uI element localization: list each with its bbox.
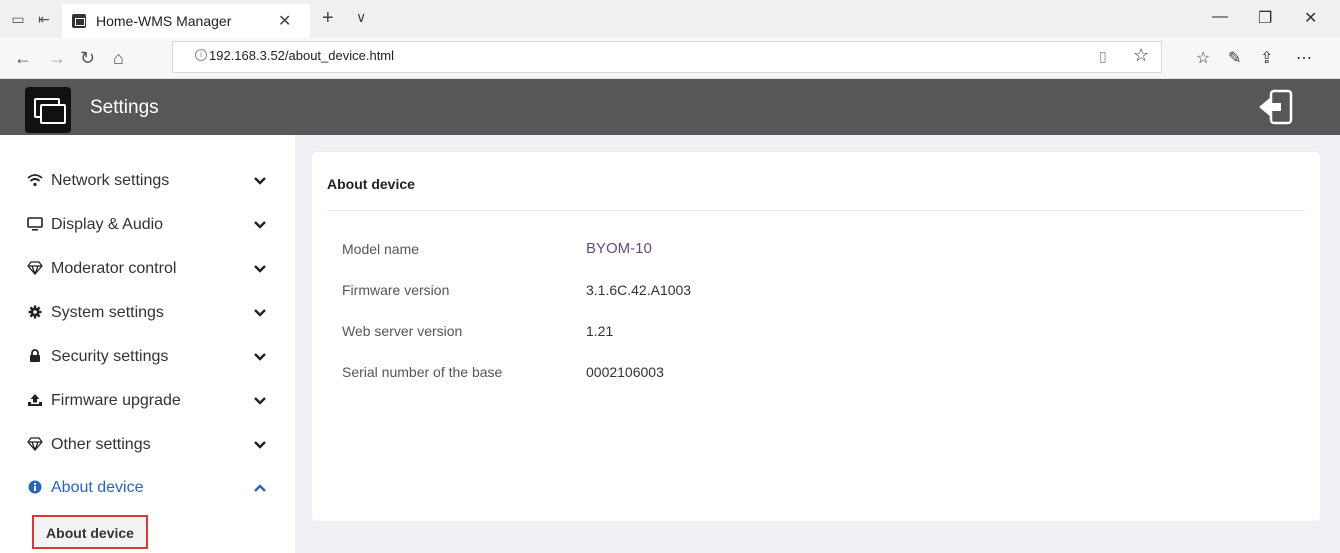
web-server-version-value: 1.21: [586, 323, 614, 339]
chevron-down-icon: [253, 394, 269, 410]
window-close-icon[interactable]: ✕: [1304, 8, 1317, 28]
browser-tab[interactable]: Home-WMS Manager ✕: [62, 4, 310, 38]
page-title: Settings: [90, 97, 159, 118]
upload-icon: [27, 393, 43, 411]
sidebar-item-other-settings[interactable]: Other settings: [0, 424, 295, 468]
set-tabs-aside-icon[interactable]: ⇤: [36, 11, 52, 27]
address-bar[interactable]: i 192.168.3.52/about_device.html ▯ ☆: [172, 41, 1162, 73]
info-icon: [27, 480, 43, 498]
logout-icon[interactable]: [1255, 87, 1295, 127]
minimize-icon[interactable]: —: [1212, 8, 1228, 26]
favorite-star-icon[interactable]: ☆: [1133, 45, 1149, 66]
sidebar-item-label: Firmware upgrade: [51, 392, 181, 409]
refresh-icon[interactable]: ↻: [80, 48, 95, 68]
sidebar-item-system-settings[interactable]: System settings: [0, 292, 295, 336]
chevron-down-icon: [253, 438, 269, 454]
divider: [327, 210, 1305, 211]
sidebar-item-display-audio[interactable]: Display & Audio: [0, 204, 295, 248]
sidebar-item-moderator-control[interactable]: Moderator control: [0, 248, 295, 292]
chevron-down-icon: [253, 350, 269, 366]
app-header: Settings: [0, 79, 1340, 135]
sidebar-item-label: Security settings: [51, 348, 169, 365]
firmware-version-value: 3.1.6C.42.A1003: [586, 282, 692, 298]
restore-icon[interactable]: ❐: [1258, 8, 1272, 28]
sidebar-subitem-label: About device: [46, 525, 134, 541]
sidebar-item-firmware-upgrade[interactable]: Firmware upgrade: [0, 380, 295, 424]
sidebar-item-label: System settings: [51, 304, 164, 321]
about-device-card: About device Model name BYOM-10 Firmware…: [312, 152, 1320, 521]
tab-title: Home-WMS Manager: [96, 13, 232, 29]
chevron-down-icon: [253, 218, 269, 234]
wifi-icon: [27, 173, 43, 191]
diamond-icon: [27, 261, 43, 279]
firmware-version-label: Firmware version: [342, 282, 450, 298]
screen-share-logo-icon: [25, 87, 71, 133]
sidebar-item-label: Moderator control: [51, 260, 177, 277]
close-tab-icon[interactable]: ✕: [278, 11, 291, 31]
site-favicon-icon: [72, 14, 86, 28]
diamond-icon: [27, 437, 43, 455]
reading-view-icon[interactable]: ▯: [1099, 48, 1107, 65]
chevron-down-icon: [253, 306, 269, 322]
sidebar-item-label: About device: [51, 479, 144, 496]
gear-icon: [27, 305, 43, 323]
sidebar-item-network-settings[interactable]: Network settings: [0, 160, 295, 204]
card-title: About device: [327, 176, 415, 192]
back-icon[interactable]: ←: [14, 48, 32, 68]
sidebar-subitem-about-device[interactable]: About device: [32, 515, 148, 549]
sidebar-item-about-device[interactable]: About device: [0, 467, 295, 511]
chevron-up-icon: [253, 481, 269, 497]
share-icon[interactable]: ⇪: [1260, 48, 1273, 68]
sidebar-item-security-settings[interactable]: Security settings: [0, 336, 295, 380]
chevron-down-icon: [253, 262, 269, 278]
web-server-version-label: Web server version: [342, 323, 463, 339]
site-info-icon[interactable]: i: [195, 49, 207, 61]
chevron-down-icon: [253, 174, 269, 190]
serial-number-value: 0002106003: [586, 364, 664, 380]
forward-icon[interactable]: →: [48, 48, 66, 68]
more-icon[interactable]: ⋯: [1296, 48, 1312, 68]
model-name-label: Model name: [342, 241, 420, 257]
lock-icon: [27, 349, 43, 367]
favorites-list-icon[interactable]: ☆: [1196, 48, 1210, 68]
browser-tab-bar: ▭ ⇤ Home-WMS Manager ✕ + ∨ — ❐ ✕: [0, 0, 1340, 39]
monitor-icon: [27, 217, 43, 235]
serial-number-label: Serial number of the base: [342, 364, 503, 380]
browser-toolbar: ← → ↻ ⌂ i 192.168.3.52/about_device.html…: [0, 38, 1340, 79]
tab-actions-icon[interactable]: ▭: [10, 11, 26, 27]
pen-notes-icon[interactable]: ✎: [1228, 48, 1241, 68]
model-name-value: BYOM-10: [586, 240, 652, 257]
sidebar-item-label: Other settings: [51, 436, 151, 453]
sidebar-item-label: Display & Audio: [51, 216, 164, 233]
sidebar-item-label: Network settings: [51, 172, 170, 189]
new-tab-icon[interactable]: +: [322, 7, 334, 29]
home-icon[interactable]: ⌂: [113, 48, 124, 68]
tab-list-chevron-icon[interactable]: ∨: [356, 9, 366, 26]
url-text[interactable]: 192.168.3.52/about_device.html: [209, 48, 394, 63]
